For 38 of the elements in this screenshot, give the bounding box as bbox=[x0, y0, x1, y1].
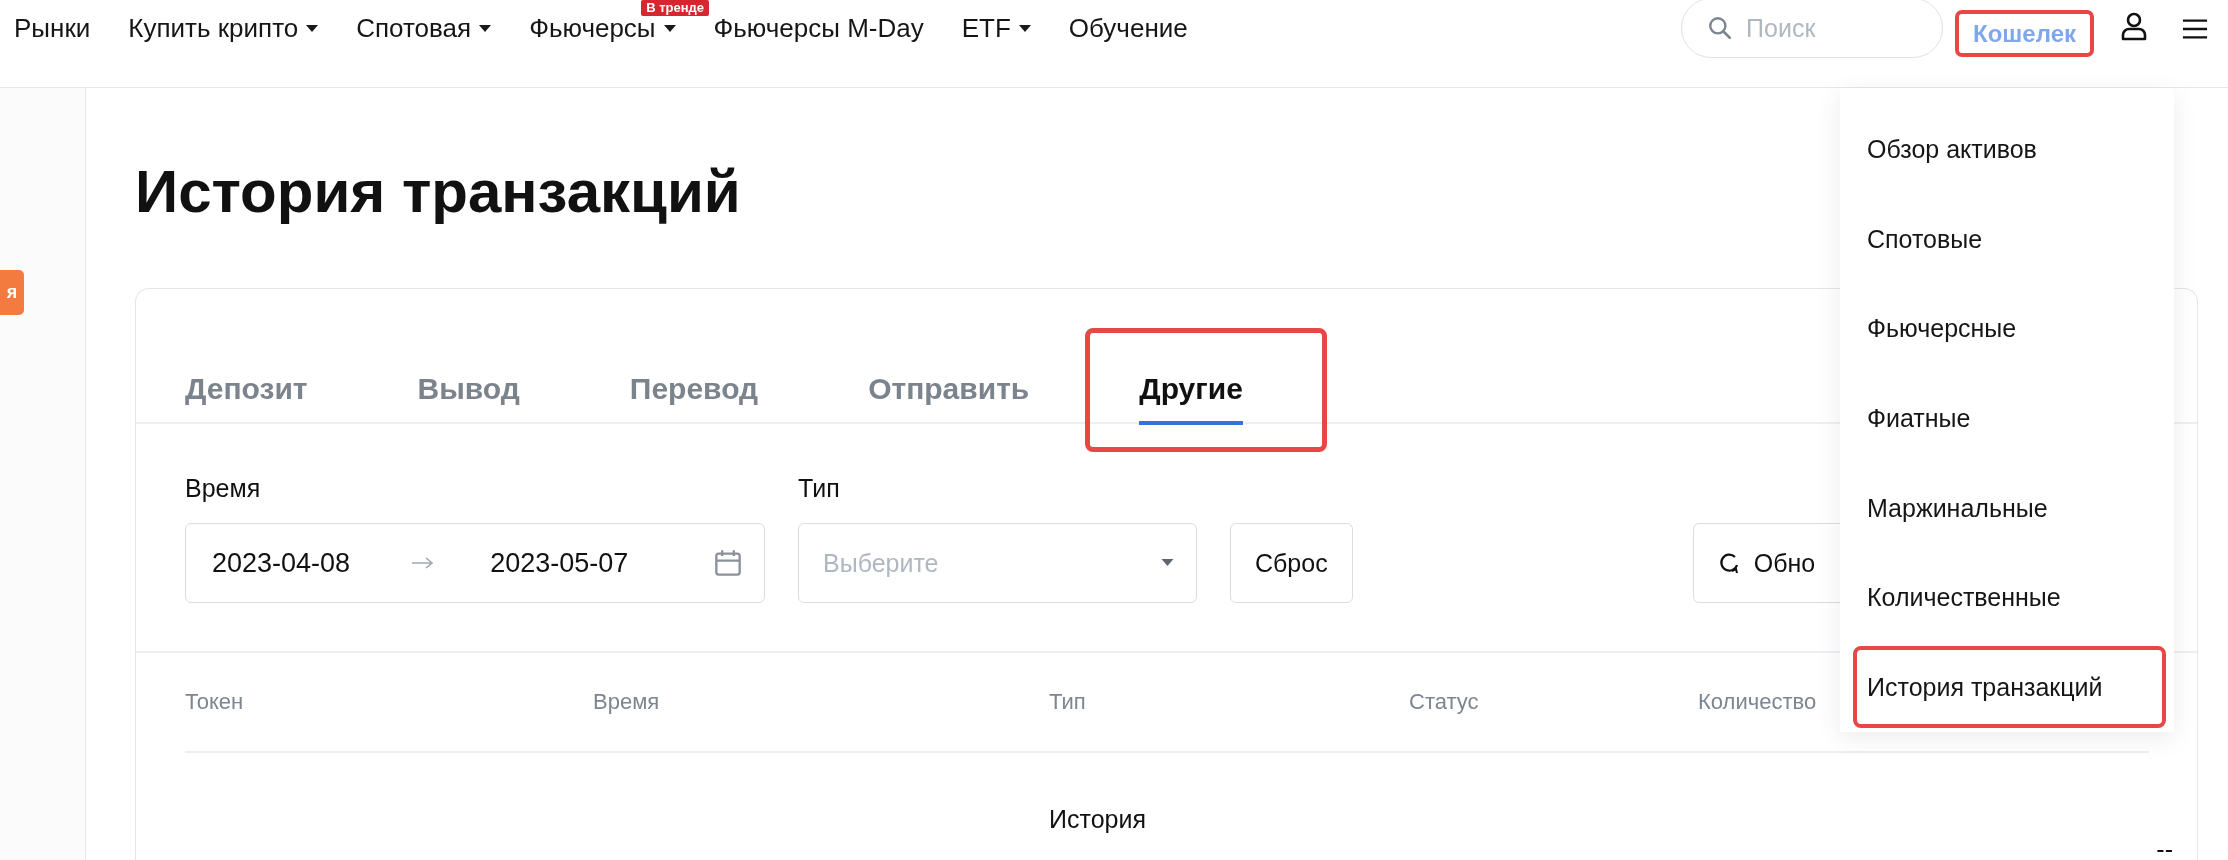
time-label: Время bbox=[185, 474, 262, 503]
column-header: Время bbox=[593, 689, 661, 715]
menu-item[interactable]: Обзор активов bbox=[1853, 109, 2166, 191]
table-cell: -- bbox=[2156, 835, 2173, 860]
nav-link[interactable]: Купить крипто bbox=[128, 13, 319, 44]
nav-link[interactable]: Обучение bbox=[1068, 13, 1188, 44]
tab[interactable]: Вывод bbox=[417, 303, 520, 425]
menu-item[interactable]: Фиатные bbox=[1853, 377, 2166, 460]
nav-link[interactable]: ETF bbox=[961, 13, 1031, 44]
reset-button[interactable]: Сброс bbox=[1230, 523, 1353, 603]
table-cell-text: История bbox=[1049, 805, 1147, 834]
page-title: История транзакций bbox=[135, 157, 741, 227]
end-date: 2023-05-07 bbox=[490, 547, 629, 579]
arrow-icon bbox=[412, 557, 435, 569]
start-date: 2023-04-08 bbox=[212, 547, 351, 579]
calendar-icon bbox=[714, 549, 742, 577]
menu-item[interactable]: Спотовые bbox=[1853, 198, 2166, 281]
tab[interactable]: Отправить bbox=[868, 303, 1030, 425]
caret-icon bbox=[1161, 559, 1174, 567]
nav-link[interactable]: Спотовая bbox=[356, 13, 492, 44]
nav-link[interactable]: Фьючерсы M-Day bbox=[713, 13, 924, 44]
tab[interactable]: Перевод bbox=[629, 303, 759, 425]
column-header: Токен bbox=[185, 689, 245, 715]
tab[interactable]: Другие bbox=[1139, 303, 1243, 425]
column-header: Статус bbox=[1409, 689, 1480, 715]
nav-link[interactable]: Рынки bbox=[14, 13, 91, 44]
menu-icon[interactable] bbox=[2182, 18, 2208, 40]
sidebar-badge: я bbox=[0, 270, 24, 315]
column-header: Тип bbox=[1049, 689, 1087, 715]
type-label: Тип bbox=[798, 474, 841, 503]
menu-item[interactable]: Фьючерсные bbox=[1853, 288, 2166, 370]
tab[interactable]: Депозит bbox=[185, 303, 308, 425]
user-icon[interactable] bbox=[2120, 12, 2148, 42]
search-field[interactable]: Поиск bbox=[1681, 0, 1944, 58]
date-range-field[interactable]: 2023-04-08 2023-05-07 bbox=[185, 523, 765, 603]
trend-badge: В тренде bbox=[641, 0, 709, 16]
menu-item[interactable]: История транзакций bbox=[1853, 646, 2166, 729]
search-icon bbox=[1707, 15, 1734, 41]
